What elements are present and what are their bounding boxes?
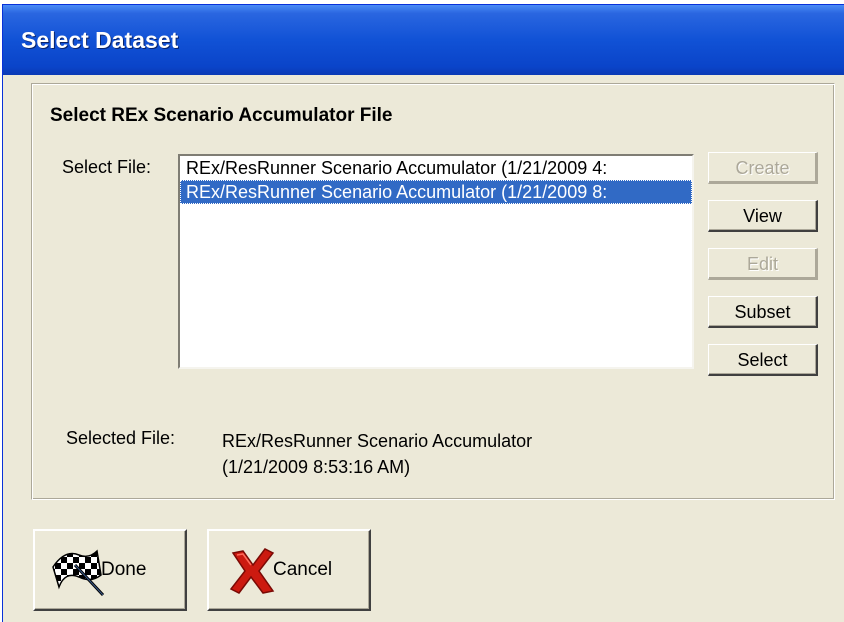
- subset-button[interactable]: Subset: [708, 296, 818, 328]
- selected-file-label: Selected File:: [66, 428, 176, 448]
- window-title: Select Dataset: [21, 27, 179, 53]
- edit-button[interactable]: Edit: [708, 248, 818, 280]
- selected-file-date: (1/21/2009 8:53:16 AM): [222, 457, 411, 477]
- title-bar[interactable]: Select Dataset: [3, 5, 844, 75]
- file-listbox[interactable]: REx/ResRunner Scenario Accumulator (1/21…: [178, 154, 694, 369]
- cancel-button[interactable]: Cancel: [207, 529, 371, 611]
- selected-file-name: REx/ResRunner Scenario Accumulator: [222, 431, 533, 451]
- list-item-selected[interactable]: REx/ResRunner Scenario Accumulator (1/21…: [180, 180, 692, 204]
- done-label: Done: [101, 559, 147, 580]
- list-item[interactable]: REx/ResRunner Scenario Accumulator (1/21…: [180, 156, 692, 180]
- create-button[interactable]: Create: [708, 152, 818, 184]
- select-button[interactable]: Select: [708, 344, 818, 376]
- dialog-body: Select REx Scenario Accumulator File Sel…: [3, 75, 844, 622]
- selected-file-value: REx/ResRunner Scenario Accumulator (1/21…: [222, 428, 532, 480]
- view-button[interactable]: View: [708, 200, 818, 232]
- cancel-label: Cancel: [273, 559, 333, 580]
- group-heading: Select REx Scenario Accumulator File: [50, 105, 393, 126]
- red-x-icon: [223, 545, 279, 597]
- select-file-label: Select File:: [62, 157, 152, 177]
- file-group-box: Select REx Scenario Accumulator File Sel…: [31, 83, 835, 500]
- checkered-flag-icon: [49, 545, 105, 597]
- done-button[interactable]: Done: [33, 529, 187, 611]
- select-dataset-dialog: Select Dataset Select REx Scenario Accum…: [2, 4, 844, 622]
